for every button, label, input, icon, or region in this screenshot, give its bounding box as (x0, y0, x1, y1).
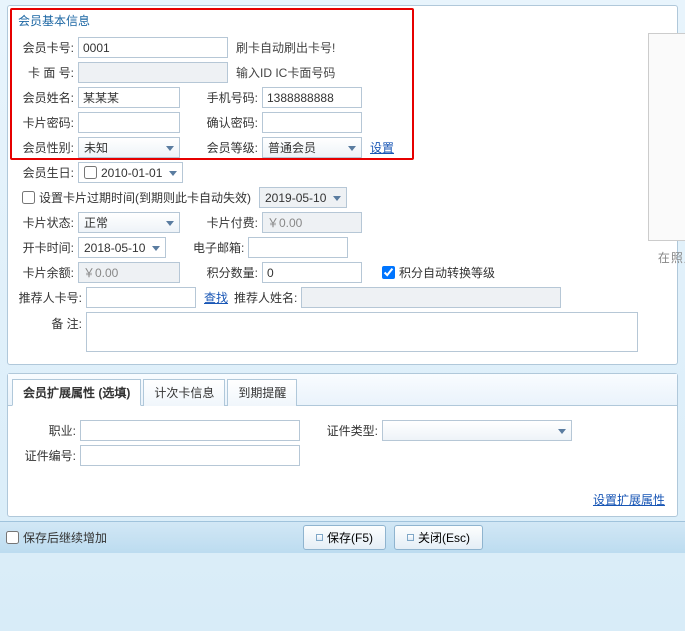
doc-no-label: 证件编号: (18, 447, 76, 464)
birth-date[interactable]: 2010-01-01 (78, 162, 183, 183)
paid-label: 卡片付费: (200, 214, 258, 231)
remark-textarea[interactable] (86, 312, 638, 352)
occupation-input[interactable] (80, 420, 300, 441)
email-label: 电子邮箱: (186, 239, 244, 256)
password-label: 卡片密码: (16, 114, 74, 131)
card-face-hint: 输入ID IC卡面号码 (236, 64, 335, 81)
tab-count-card[interactable]: 计次卡信息 (143, 379, 225, 406)
auto-level-checkbox[interactable] (382, 266, 395, 279)
referrer-name-label: 推荐人姓名: (234, 289, 297, 306)
paid-input[interactable] (262, 212, 362, 233)
card-no-hint: 刷卡自动刷出卡号! (236, 39, 335, 56)
email-input[interactable] (248, 237, 348, 258)
close-button-label: 关闭(Esc) (418, 529, 470, 546)
gender-select[interactable]: 未知 (78, 137, 180, 158)
member-basic-info-panel: 会员基本信息 会员卡号: 刷卡自动刷出卡号! 卡 面 号: 输入ID IC卡面号… (7, 5, 678, 365)
status-select[interactable]: 正常 (78, 212, 180, 233)
save-button[interactable]: 保存(F5) (303, 525, 386, 550)
gender-value: 未知 (84, 139, 108, 156)
status-label: 卡片状态: (16, 214, 74, 231)
open-date[interactable]: 2018-05-10 (78, 237, 166, 258)
doc-type-select[interactable] (382, 420, 572, 441)
expire-label: 设置卡片过期时间(到期则此卡自动失效) (39, 189, 251, 206)
occupation-label: 职业: (18, 422, 76, 439)
password-input[interactable] (78, 112, 180, 133)
confirm-input[interactable] (262, 112, 362, 133)
card-face-input[interactable] (78, 62, 228, 83)
name-label: 会员姓名: (16, 89, 74, 106)
remark-label: 备 注: (16, 312, 82, 332)
referrer-search-link[interactable]: 查找 (204, 289, 228, 306)
birth-label: 会员生日: (16, 164, 74, 181)
referrer-no-label: 推荐人卡号: (16, 289, 82, 306)
referrer-no-input[interactable] (86, 287, 196, 308)
set-extended-attrs-link[interactable]: 设置扩展属性 (593, 491, 665, 508)
level-set-link[interactable]: 设置 (370, 139, 394, 156)
auto-level-label: 积分自动转换等级 (399, 264, 495, 281)
balance-input[interactable] (78, 262, 180, 283)
balance-label: 卡片余额: (16, 264, 74, 281)
level-select[interactable]: 普通会员 (262, 137, 362, 158)
card-no-label: 会员卡号: (16, 39, 74, 56)
doc-no-input[interactable] (80, 445, 300, 466)
tab-extended-attrs[interactable]: 会员扩展属性 (选填) (12, 379, 141, 406)
person-placeholder-icon (668, 59, 685, 179)
photo-caption: 在照片上点右键,可以拍照哦 (658, 249, 685, 266)
footer-bar: 保存后继续增加 保存(F5) 关闭(Esc) (0, 521, 685, 553)
birth-checkbox[interactable] (84, 166, 97, 179)
card-no-input[interactable] (78, 37, 228, 58)
expire-date[interactable]: 2019-05-10 (259, 187, 347, 208)
referrer-name-input[interactable] (301, 287, 561, 308)
expire-checkbox[interactable] (22, 191, 35, 204)
close-button[interactable]: 关闭(Esc) (394, 525, 483, 550)
save-icon (316, 534, 323, 541)
status-value: 正常 (84, 214, 108, 231)
open-value: 2018-05-10 (84, 241, 145, 255)
save-button-label: 保存(F5) (327, 529, 373, 546)
tab-expiry-remind[interactable]: 到期提醒 (227, 379, 297, 406)
phone-label: 手机号码: (200, 89, 258, 106)
continue-add-label: 保存后继续增加 (23, 529, 107, 546)
basic-info-legend: 会员基本信息 (16, 12, 669, 29)
level-value: 普通会员 (268, 139, 316, 156)
photo-placeholder[interactable]: 暂无相片 (648, 33, 685, 241)
extended-attrs-panel: 会员扩展属性 (选填) 计次卡信息 到期提醒 职业: 证件类型: 证件编号: 设… (7, 373, 678, 517)
open-label: 开卡时间: (16, 239, 74, 256)
points-label: 积分数量: (200, 264, 258, 281)
card-face-label: 卡 面 号: (16, 64, 74, 81)
name-input[interactable] (78, 87, 180, 108)
level-label: 会员等级: (200, 139, 258, 156)
birth-value: 2010-01-01 (101, 166, 162, 180)
close-icon (407, 534, 414, 541)
points-input[interactable] (262, 262, 362, 283)
phone-input[interactable] (262, 87, 362, 108)
doc-type-label: 证件类型: (320, 422, 378, 439)
gender-label: 会员性别: (16, 139, 74, 156)
continue-add-checkbox[interactable] (6, 531, 19, 544)
expire-value: 2019-05-10 (265, 191, 326, 205)
confirm-label: 确认密码: (200, 114, 258, 131)
